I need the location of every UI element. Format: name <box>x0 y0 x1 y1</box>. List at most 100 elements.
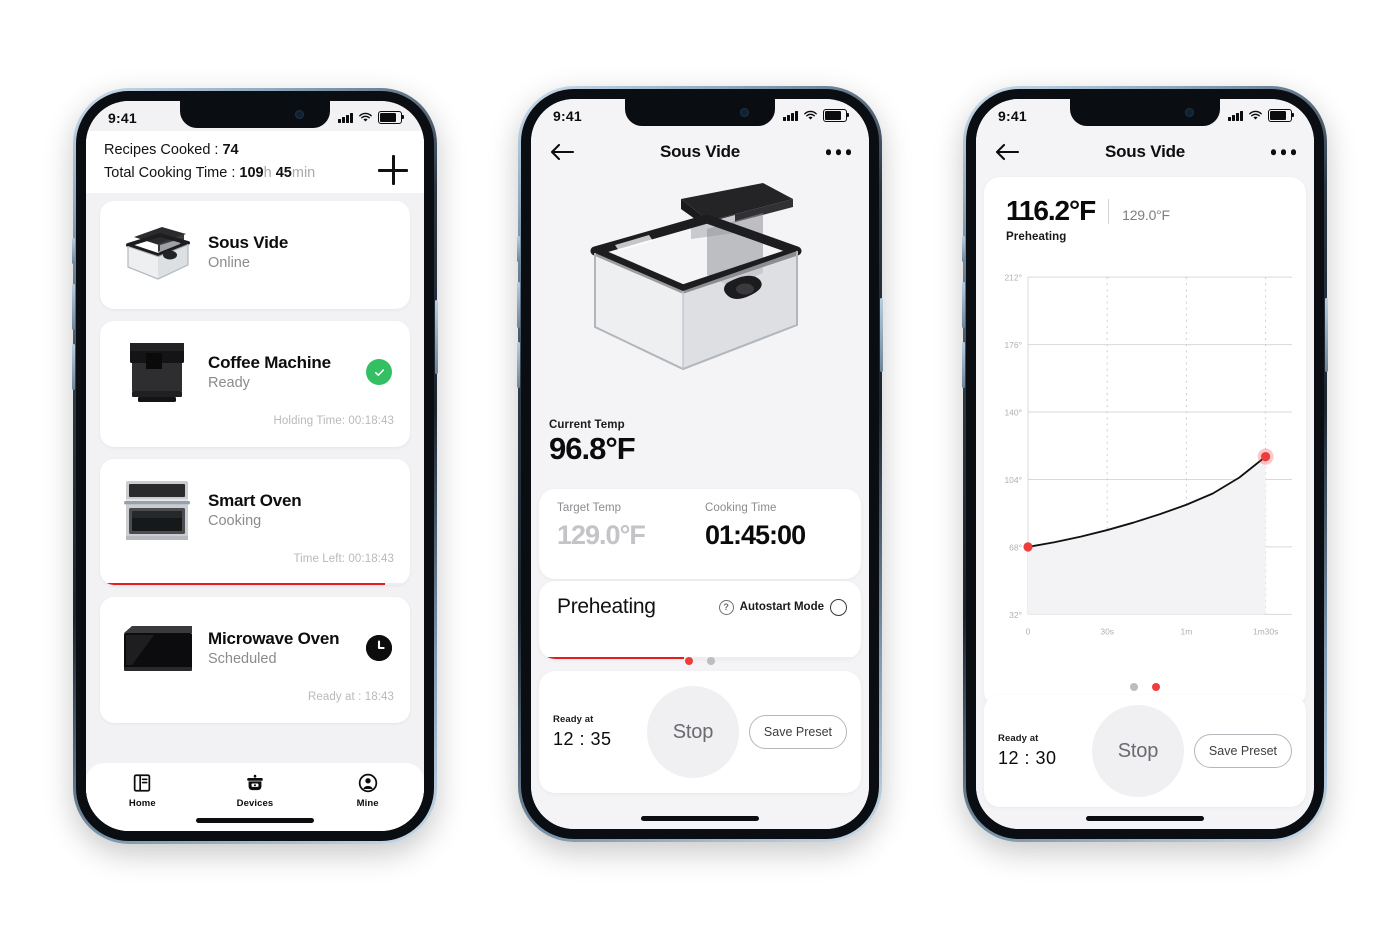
total-cooking-time-label: Total Cooking Time : <box>104 165 236 181</box>
silence-switch[interactable] <box>517 236 520 262</box>
device-meta: Ready at : 18:43 <box>308 691 394 703</box>
svg-text:140°: 140° <box>1004 408 1022 418</box>
cooking-phase-label: Preheating <box>557 595 656 618</box>
coffee-machine-icon <box>130 343 184 402</box>
device-row: Coffee Machine Ready <box>100 321 410 409</box>
target-temp-field[interactable]: Target Temp 129.0°F <box>557 502 695 551</box>
page-dot-1[interactable] <box>685 657 693 665</box>
sous-vide-large-icon <box>590 183 802 371</box>
sous-vide-icon <box>126 227 190 280</box>
more-options-button[interactable] <box>825 149 851 155</box>
status-badge-scheduled <box>366 635 392 661</box>
power-button[interactable] <box>880 298 883 372</box>
tab-home-label: Home <box>128 798 156 809</box>
page-dots[interactable] <box>531 657 869 665</box>
device-row: Sous Vide Online <box>100 201 410 289</box>
cooking-time-field[interactable]: Cooking Time 01:45:00 <box>695 502 843 551</box>
recipes-cooked-value: 74 <box>222 142 239 158</box>
temperature-chart-card: 116.2°F 129.0°F Preheating 212° 176° 140° 1… <box>984 177 1306 707</box>
device-status: Scheduled <box>208 651 277 667</box>
device-card-sous-vide[interactable]: Sous Vide Online <box>100 201 410 309</box>
stop-button[interactable]: Stop <box>646 686 739 778</box>
device-meta: Time Left: 00:18:43 <box>293 553 394 565</box>
svg-text:30s: 30s <box>1100 627 1114 637</box>
page-title: Sous Vide <box>659 142 741 161</box>
phase-panel: Preheating ? Autostart Mode <box>539 581 861 659</box>
volume-up-button[interactable] <box>517 282 520 328</box>
wifi-icon <box>1249 110 1262 120</box>
device-name: Microwave Oven <box>208 629 340 648</box>
cooking-time-label: Cooking Time <box>705 502 777 514</box>
tab-devices[interactable]: Devices <box>219 772 291 809</box>
device-card-microwave-oven[interactable]: Microwave Oven Scheduled Ready at : 18:4… <box>100 597 410 723</box>
save-preset-button[interactable]: Save Preset <box>748 715 847 749</box>
save-preset-button[interactable]: Save Preset <box>1193 734 1292 768</box>
total-minutes-value: 45 <box>275 165 292 181</box>
more-horizontal-icon <box>1270 149 1276 155</box>
add-device-button[interactable] <box>378 155 408 185</box>
volume-up-button[interactable] <box>962 282 965 328</box>
autostart-mode-toggle[interactable]: ? Autostart Mode <box>718 598 847 616</box>
ready-at-value: 12 : 30 <box>998 748 1057 768</box>
svg-text:68°: 68° <box>1009 542 1022 552</box>
back-button[interactable] <box>994 142 1020 162</box>
tab-home[interactable]: Home <box>106 772 178 809</box>
target-temp-value: 129.0°F <box>557 520 646 550</box>
page-dot-1[interactable] <box>1130 683 1138 691</box>
device-name: Coffee Machine <box>208 353 331 372</box>
device-card-smart-oven[interactable]: Smart Oven Cooking Time Left: 00:18:43 <box>100 459 410 585</box>
autostart-mode-label: Autostart Mode <box>739 601 824 613</box>
back-button[interactable] <box>549 142 575 162</box>
power-button[interactable] <box>435 300 438 374</box>
device-text: Microwave Oven Scheduled <box>200 629 366 667</box>
chart-svg: 212° 176° 140° 104° 68° 32° 0 30s 1m 1m30s <box>1004 273 1292 637</box>
ready-at-label: Ready at <box>998 733 1039 744</box>
page-dot-2[interactable] <box>707 657 715 665</box>
temperature-line-chart[interactable]: 212° 176° 140° 104° 68° 32° 0 30s 1m 1m30s <box>984 269 1306 655</box>
status-time: 9:41 <box>553 107 582 124</box>
silence-switch[interactable] <box>72 238 75 264</box>
smart-oven-image <box>114 473 200 547</box>
svg-text:176°: 176° <box>1004 340 1022 350</box>
device-row: Microwave Oven Scheduled <box>100 597 410 685</box>
page-dot-2[interactable] <box>1152 683 1160 691</box>
nav-bar: Sous Vide <box>976 129 1314 175</box>
more-options-button[interactable] <box>1270 149 1296 155</box>
coffee-machine-image <box>114 335 200 409</box>
device-card-coffee-machine[interactable]: Coffee Machine Ready Holding Time: 00:18… <box>100 321 410 447</box>
volume-down-button[interactable] <box>962 342 965 388</box>
status-icons <box>783 109 850 122</box>
arrow-left-icon <box>995 143 1020 161</box>
person-icon <box>358 773 377 793</box>
help-icon[interactable]: ? <box>718 599 734 615</box>
device-list[interactable]: Sous Vide Online Coffee Machine Ready Ho… <box>86 193 424 831</box>
notch <box>1070 99 1220 126</box>
device-text: Coffee Machine Ready <box>200 353 366 391</box>
power-button[interactable] <box>1325 298 1328 372</box>
phone-3-sous-vide-chart: 9:41 Sous Vide 116.2°F 129.0°F Preheatin… <box>962 86 1328 842</box>
cooking-phase-label: Preheating <box>1006 231 1067 243</box>
page-dots[interactable] <box>984 683 1306 691</box>
phone-1-device-list: 9:41 Recipes Cooked : 74 Total Cooking T… <box>72 88 438 844</box>
phone-2-sous-vide-detail: 9:41 Sous Vide Current Temp 96.8°F Targe… <box>517 86 883 842</box>
home-indicator <box>1086 816 1204 821</box>
cooking-stats-header: Recipes Cooked : 74 Total Cooking Time :… <box>86 131 424 193</box>
readout-divider <box>1108 198 1110 224</box>
silence-switch[interactable] <box>962 236 965 262</box>
svg-text:212°: 212° <box>1004 273 1022 283</box>
microwave-icon <box>124 626 192 671</box>
current-temp-value: 96.8°F <box>549 431 636 466</box>
stop-button[interactable]: Stop <box>1091 705 1184 797</box>
front-camera-icon <box>1185 108 1194 117</box>
controls-panel: Ready at 12 : 35 Stop Save Preset <box>539 671 861 793</box>
volume-down-button[interactable] <box>72 344 75 390</box>
status-badge-ready <box>366 359 392 385</box>
volume-up-button[interactable] <box>72 284 75 330</box>
more-horizontal-icon <box>825 149 831 155</box>
autostart-radio-icon[interactable] <box>830 598 847 616</box>
device-name: Smart Oven <box>208 491 302 510</box>
volume-down-button[interactable] <box>517 342 520 388</box>
tab-mine[interactable]: Mine <box>332 772 404 809</box>
arrow-left-icon <box>550 143 575 161</box>
notch <box>180 101 330 128</box>
